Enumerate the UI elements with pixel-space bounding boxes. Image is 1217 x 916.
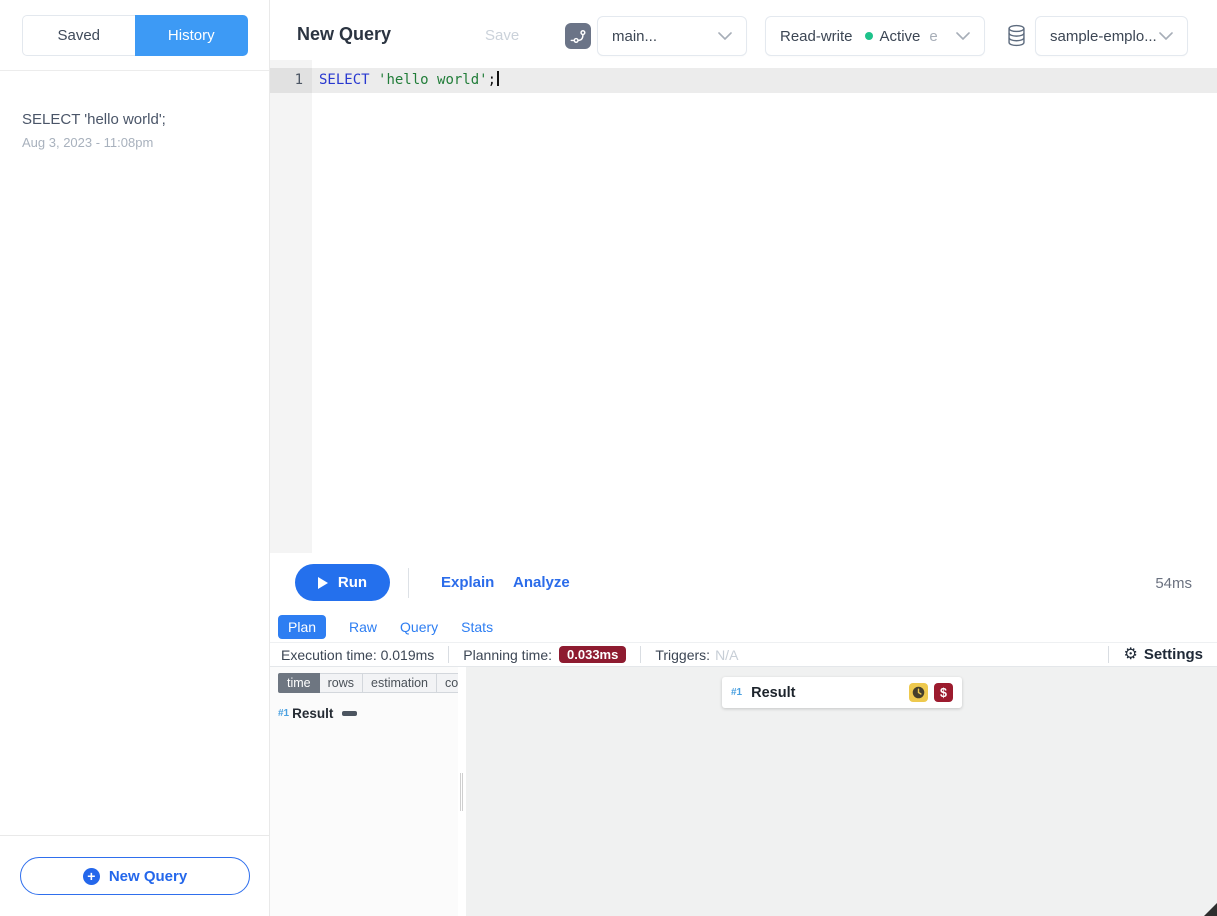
query-duration: 54ms xyxy=(1155,575,1192,592)
tab-stats[interactable]: Stats xyxy=(461,619,493,635)
history-item[interactable]: SELECT 'hello world'; Aug 3, 2023 - 11:0… xyxy=(0,111,269,150)
splitter-grip-icon xyxy=(460,773,463,811)
plan-tree-row[interactable]: #1 Result xyxy=(278,706,458,721)
new-query-button-label: New Query xyxy=(109,868,187,885)
chevron-down-icon xyxy=(1159,32,1173,40)
clock-icon xyxy=(912,686,925,699)
plan-tree-panel: time rows estimation cost #1 Result xyxy=(270,667,458,916)
settings-button[interactable]: ⚙ Settings xyxy=(1108,646,1217,663)
save-button[interactable]: Save xyxy=(485,27,519,44)
settings-label: Settings xyxy=(1144,646,1203,663)
editor-gutter xyxy=(270,60,312,553)
code-line[interactable]: SELECT 'hello world'; xyxy=(312,68,1217,93)
metric-tab-cost[interactable]: cost xyxy=(437,673,458,693)
text-cursor xyxy=(497,71,499,86)
node-id: #1 xyxy=(731,687,742,698)
planning-time-badge: 0.033ms xyxy=(559,646,626,663)
metric-tab-time[interactable]: time xyxy=(278,673,320,693)
tab-raw[interactable]: Raw xyxy=(349,619,377,635)
gear-icon: ⚙ xyxy=(1123,647,1137,663)
explain-button[interactable]: Explain xyxy=(441,574,494,591)
branch-select-value: main... xyxy=(612,28,657,45)
result-tab-bar: Plan Raw Query Stats xyxy=(270,612,1217,642)
compute-select[interactable]: Read-write Active e xyxy=(765,16,985,56)
plus-circle-icon: + xyxy=(83,868,100,885)
database-select[interactable]: sample-emplo... xyxy=(1035,16,1188,56)
history-item-query: SELECT 'hello world'; xyxy=(22,111,247,128)
main-panel: New Query Save main... Read-write Active xyxy=(270,0,1217,916)
sql-string: 'hello world' xyxy=(378,72,488,88)
new-query-button[interactable]: + New Query xyxy=(20,857,250,895)
node-name: Result xyxy=(751,685,795,701)
cost-badge: $ xyxy=(934,683,953,702)
metric-tab-rows[interactable]: rows xyxy=(320,673,363,693)
dollar-icon: $ xyxy=(940,686,947,700)
tab-query[interactable]: Query xyxy=(400,619,438,635)
resize-corner-icon[interactable] xyxy=(1204,903,1217,916)
branch-select[interactable]: main... xyxy=(597,16,747,56)
run-button-label: Run xyxy=(338,574,367,591)
compute-mode-label: Read-write xyxy=(780,28,853,45)
query-topbar: New Query Save main... Read-write Active xyxy=(270,0,1217,60)
duration-badge xyxy=(909,683,928,702)
chevron-down-icon xyxy=(718,32,732,40)
play-icon xyxy=(318,577,328,589)
tab-history[interactable]: History xyxy=(135,15,249,56)
page-title: New Query xyxy=(297,24,391,45)
planning-time: Planning time: 0.033ms xyxy=(448,646,640,663)
editor-line[interactable]: 1 SELECT 'hello world'; xyxy=(270,68,1217,93)
node-badges: $ xyxy=(909,683,953,702)
database-select-value: sample-emplo... xyxy=(1050,28,1157,45)
sidebar: Saved History SELECT 'hello world'; Aug … xyxy=(0,0,270,916)
plan-node-card[interactable]: #1 Result $ xyxy=(722,677,962,708)
triggers-value: N/A xyxy=(715,647,738,663)
time-bar xyxy=(342,711,357,716)
analyze-button[interactable]: Analyze xyxy=(513,574,570,591)
metric-tab-bar: time rows estimation cost xyxy=(278,673,458,693)
sidebar-footer: + New Query xyxy=(0,835,269,916)
run-toolbar: Run Explain Analyze 54ms xyxy=(270,553,1217,612)
execution-time-label: Execution time: 0.019ms xyxy=(281,647,434,663)
node-id: #1 xyxy=(278,708,289,719)
sidebar-tab-group: Saved History xyxy=(22,15,248,56)
tab-plan[interactable]: Plan xyxy=(278,615,326,639)
triggers-label: Triggers: xyxy=(655,647,710,663)
history-list: SELECT 'hello world'; Aug 3, 2023 - 11:0… xyxy=(0,71,269,835)
compute-suffix-label: e xyxy=(929,28,937,45)
compute-status-label: Active xyxy=(880,28,921,45)
node-name: Result xyxy=(292,706,333,721)
branch-icon xyxy=(570,28,587,45)
plan-diagram-panel[interactable]: #1 Result $ xyxy=(466,667,1217,916)
panel-splitter[interactable] xyxy=(458,667,466,916)
toolbar-divider xyxy=(408,568,409,598)
plan-stats-bar: Execution time: 0.019ms Planning time: 0… xyxy=(270,642,1217,667)
status-dot-icon xyxy=(865,32,873,40)
sql-punctuation: ; xyxy=(488,72,496,88)
history-item-timestamp: Aug 3, 2023 - 11:08pm xyxy=(22,135,247,150)
branch-button[interactable] xyxy=(565,23,591,49)
triggers: Triggers: N/A xyxy=(640,646,752,663)
metric-tab-estimation[interactable]: estimation xyxy=(363,673,437,693)
run-button[interactable]: Run xyxy=(295,564,390,601)
execution-time: Execution time: 0.019ms xyxy=(281,646,448,663)
database-icon xyxy=(1006,24,1027,47)
plan-visualization: time rows estimation cost #1 Result #1 R… xyxy=(270,667,1217,916)
sql-editor[interactable]: 1 SELECT 'hello world'; xyxy=(270,60,1217,553)
planning-time-label: Planning time: xyxy=(463,647,552,663)
chevron-down-icon xyxy=(956,32,970,40)
line-number: 1 xyxy=(270,68,312,93)
tab-saved[interactable]: Saved xyxy=(22,15,135,56)
sql-keyword: SELECT xyxy=(319,72,378,88)
